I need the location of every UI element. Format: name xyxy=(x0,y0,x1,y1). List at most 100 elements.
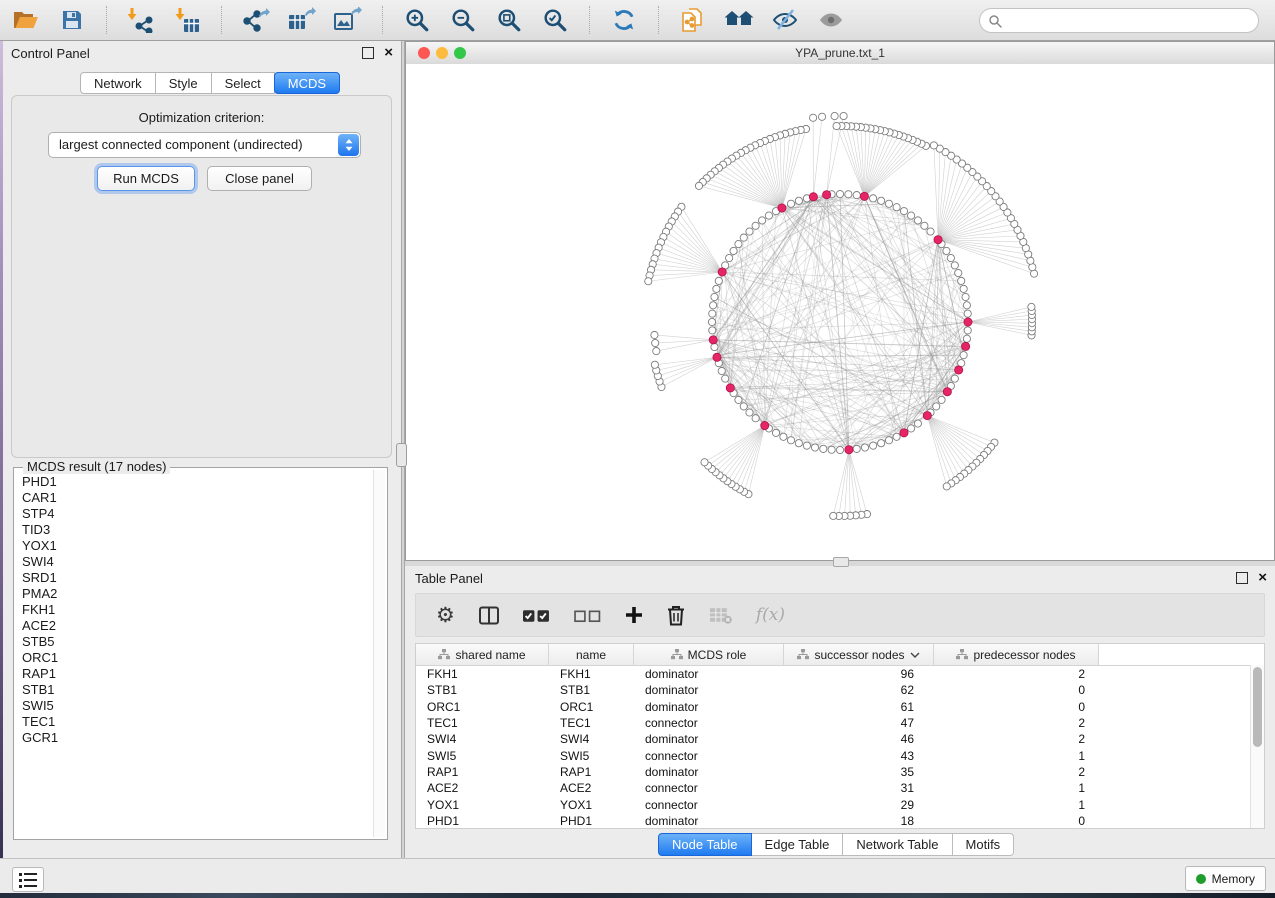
cell-mcds-role[interactable]: dominator xyxy=(634,700,784,714)
table-row[interactable]: TEC1TEC1connector472 xyxy=(416,715,1264,731)
add-column-icon[interactable] xyxy=(625,606,643,624)
zoom-in-icon[interactable] xyxy=(401,4,433,36)
column-header-mcds-role[interactable]: MCDS role xyxy=(634,644,784,665)
optimization-criterion-select[interactable]: largest connected component (undirected) xyxy=(48,132,361,158)
cell-name[interactable]: PHD1 xyxy=(549,814,634,828)
mcds-result-item[interactable]: RAP1 xyxy=(22,666,365,682)
cell-shared-name[interactable]: TEC1 xyxy=(416,716,549,730)
tab-motifs[interactable]: Motifs xyxy=(953,833,1015,856)
table-row[interactable]: SWI4SWI4dominator462 xyxy=(416,731,1264,747)
cell-predecessor-nodes[interactable]: 2 xyxy=(934,667,1099,681)
select-all-icon[interactable] xyxy=(523,608,550,623)
cell-shared-name[interactable]: SWI5 xyxy=(416,749,549,763)
cell-mcds-role[interactable]: dominator xyxy=(634,667,784,681)
tab-node-table[interactable]: Node Table xyxy=(658,833,752,856)
mcds-result-item[interactable]: ACE2 xyxy=(22,618,365,634)
cell-shared-name[interactable]: SWI4 xyxy=(416,732,549,746)
cell-name[interactable]: RAP1 xyxy=(549,765,634,779)
cell-predecessor-nodes[interactable]: 2 xyxy=(934,716,1099,730)
cell-mcds-role[interactable]: dominator xyxy=(634,814,784,828)
hide-eye-icon[interactable] xyxy=(769,4,801,36)
table-row[interactable]: SWI5SWI5connector431 xyxy=(416,747,1264,763)
table-scrollbar-thumb[interactable] xyxy=(1253,667,1262,747)
cell-name[interactable]: YOX1 xyxy=(549,798,634,812)
table-row[interactable]: PHD1PHD1dominator180 xyxy=(416,813,1264,829)
cell-successor-nodes[interactable]: 29 xyxy=(784,798,934,812)
show-columns-icon[interactable] xyxy=(479,606,499,625)
zoom-window-icon[interactable] xyxy=(454,47,466,59)
clone-network-icon[interactable] xyxy=(677,4,709,36)
cell-predecessor-nodes[interactable]: 0 xyxy=(934,683,1099,697)
close-panel-button[interactable]: Close panel xyxy=(207,166,312,191)
search-box[interactable] xyxy=(979,8,1259,33)
tab-select[interactable]: Select xyxy=(212,72,275,94)
cell-shared-name[interactable]: STB1 xyxy=(416,683,549,697)
mcds-result-item[interactable]: ORC1 xyxy=(22,650,365,666)
splitter-grip[interactable] xyxy=(833,557,849,567)
cell-successor-nodes[interactable]: 46 xyxy=(784,732,934,746)
refresh-layout-icon[interactable] xyxy=(608,4,640,36)
table-settings-gear-icon[interactable]: ⚙ xyxy=(436,605,455,625)
cell-predecessor-nodes[interactable]: 0 xyxy=(934,814,1099,828)
close-panel-icon[interactable]: × xyxy=(384,47,393,59)
splitter-grip[interactable] xyxy=(396,443,407,467)
zoom-selected-icon[interactable] xyxy=(539,4,571,36)
cell-successor-nodes[interactable]: 35 xyxy=(784,765,934,779)
cell-successor-nodes[interactable]: 18 xyxy=(784,814,934,828)
export-table-icon[interactable] xyxy=(286,4,318,36)
tab-edge-table[interactable]: Edge Table xyxy=(752,833,844,856)
table-row[interactable]: STB1STB1dominator620 xyxy=(416,682,1264,698)
cell-mcds-role[interactable]: dominator xyxy=(634,732,784,746)
cell-mcds-role[interactable]: connector xyxy=(634,798,784,812)
cell-mcds-role[interactable]: connector xyxy=(634,716,784,730)
mcds-result-item[interactable]: TID3 xyxy=(22,522,365,538)
table-row[interactable]: RAP1RAP1dominator352 xyxy=(416,764,1264,780)
export-network-icon[interactable] xyxy=(240,4,272,36)
memory-button[interactable]: Memory xyxy=(1185,866,1266,891)
cell-predecessor-nodes[interactable]: 2 xyxy=(934,732,1099,746)
tab-network[interactable]: Network xyxy=(80,72,156,94)
cell-name[interactable]: TEC1 xyxy=(549,716,634,730)
mcds-result-item[interactable]: SWI4 xyxy=(22,554,365,570)
cell-shared-name[interactable]: YOX1 xyxy=(416,798,549,812)
search-input[interactable] xyxy=(1002,10,1258,32)
zoom-fit-icon[interactable] xyxy=(493,4,525,36)
export-image-icon[interactable] xyxy=(332,4,364,36)
cell-name[interactable]: ORC1 xyxy=(549,700,634,714)
mcds-result-item[interactable]: STB5 xyxy=(22,634,365,650)
cell-shared-name[interactable]: ORC1 xyxy=(416,700,549,714)
cell-name[interactable]: SWI5 xyxy=(549,749,634,763)
column-header-predecessor-nodes[interactable]: predecessor nodes xyxy=(934,644,1099,665)
cell-mcds-role[interactable]: dominator xyxy=(634,683,784,697)
mcds-result-scrollbar[interactable] xyxy=(373,470,385,837)
cell-predecessor-nodes[interactable]: 2 xyxy=(934,765,1099,779)
cell-predecessor-nodes[interactable]: 1 xyxy=(934,798,1099,812)
mcds-result-item[interactable]: SRD1 xyxy=(22,570,365,586)
mcds-result-item[interactable]: PMA2 xyxy=(22,586,365,602)
zoom-out-icon[interactable] xyxy=(447,4,479,36)
column-header-shared-name[interactable]: shared name xyxy=(416,644,549,665)
table-row[interactable]: YOX1YOX1connector291 xyxy=(416,796,1264,812)
import-network-icon[interactable] xyxy=(125,4,157,36)
mcds-result-item[interactable]: SWI5 xyxy=(22,698,365,714)
column-header-name[interactable]: name xyxy=(549,644,634,665)
deselect-all-icon[interactable] xyxy=(574,608,601,623)
close-window-icon[interactable] xyxy=(418,47,430,59)
cell-name[interactable]: ACE2 xyxy=(549,781,634,795)
column-header-successor-nodes[interactable]: successor nodes xyxy=(784,644,934,665)
task-history-button[interactable] xyxy=(12,867,44,892)
open-folder-icon[interactable] xyxy=(10,4,42,36)
mcds-result-item[interactable]: CAR1 xyxy=(22,490,365,506)
mcds-result-item[interactable]: TEC1 xyxy=(22,714,365,730)
delete-column-icon[interactable] xyxy=(667,605,685,626)
minimize-window-icon[interactable] xyxy=(436,47,448,59)
cell-successor-nodes[interactable]: 43 xyxy=(784,749,934,763)
show-eye-icon[interactable] xyxy=(815,4,847,36)
import-table-icon[interactable] xyxy=(171,4,203,36)
cell-successor-nodes[interactable]: 61 xyxy=(784,700,934,714)
cell-shared-name[interactable]: ACE2 xyxy=(416,781,549,795)
table-row[interactable]: ACE2ACE2connector311 xyxy=(416,780,1264,796)
cell-predecessor-nodes[interactable]: 0 xyxy=(934,700,1099,714)
save-icon[interactable] xyxy=(56,4,88,36)
cell-successor-nodes[interactable]: 62 xyxy=(784,683,934,697)
